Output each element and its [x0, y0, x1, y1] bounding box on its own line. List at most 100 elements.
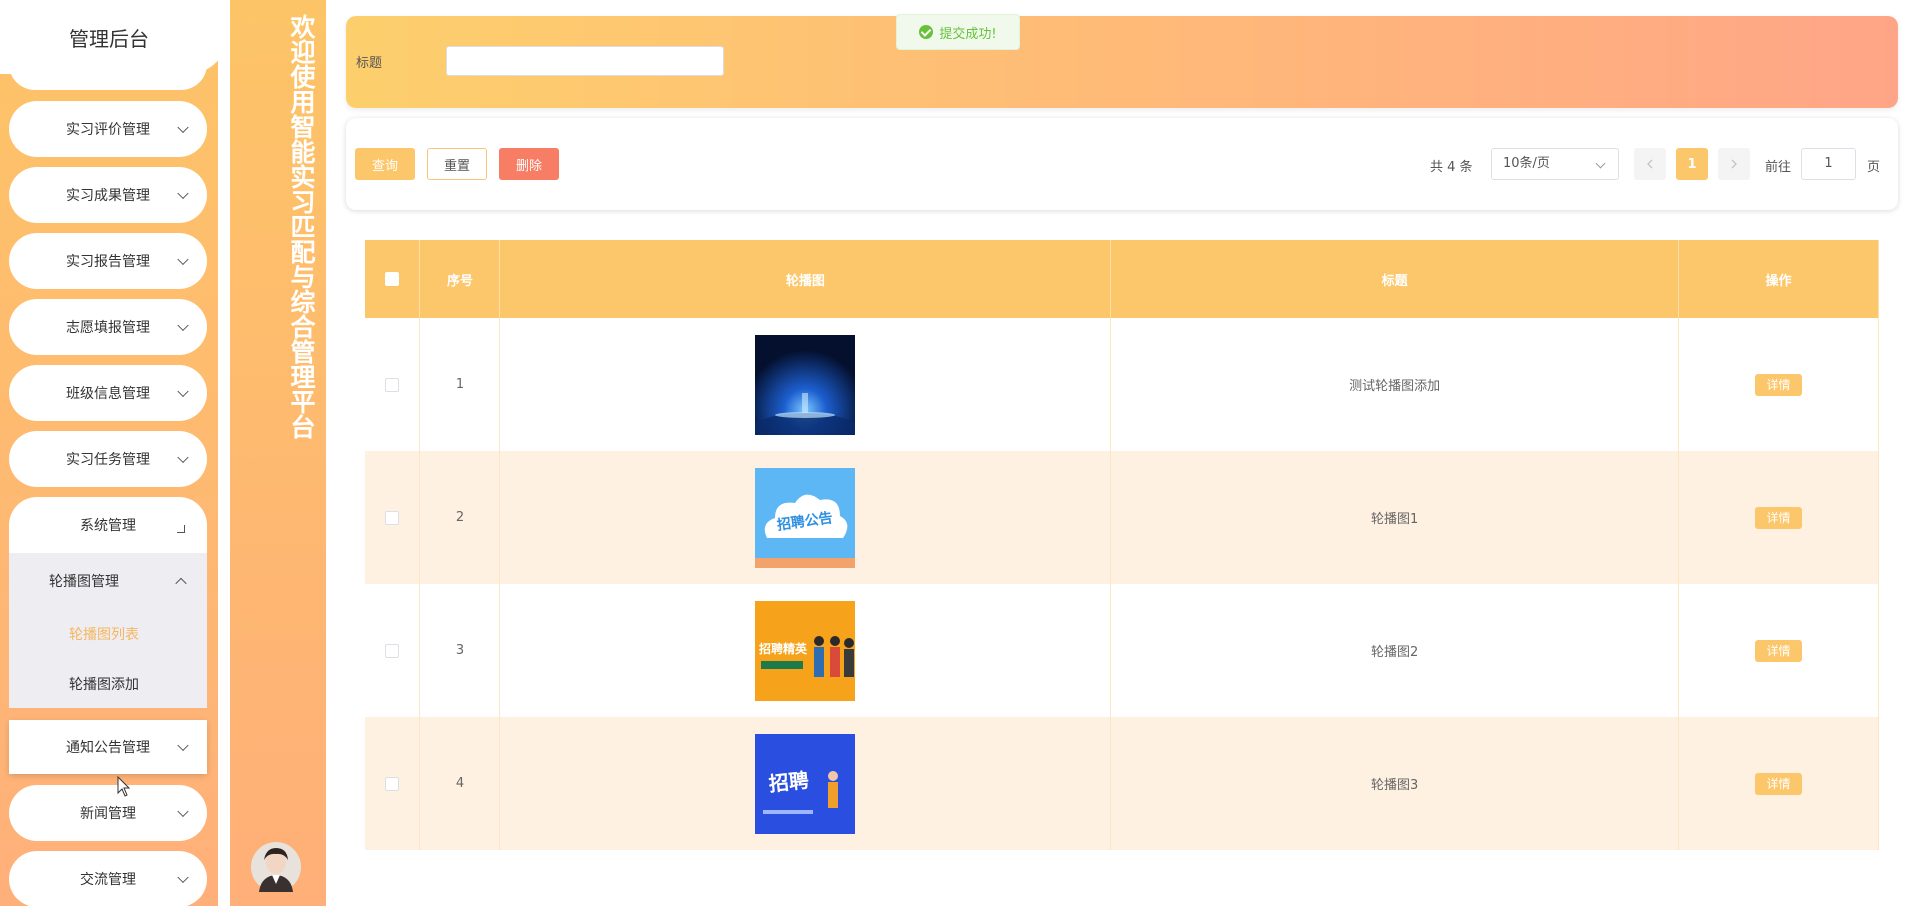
row-image-cell: 招聘精英	[499, 584, 1112, 717]
sidebar-item-label: 交流管理	[80, 872, 136, 888]
check-circle-icon	[919, 25, 934, 39]
avatar[interactable]	[251, 842, 301, 892]
chevron-down-icon	[177, 253, 189, 266]
row-image-cell: 招聘	[499, 717, 1112, 850]
detail-button[interactable]: 详情	[1755, 639, 1803, 662]
row-title: 轮播图2	[1110, 584, 1680, 717]
app-title: 管理后台	[0, 0, 218, 74]
page-size-select[interactable]: 10条/页	[1491, 148, 1619, 180]
row-select-cell	[365, 717, 421, 850]
row-checkbox[interactable]	[385, 377, 400, 392]
action-bar: 查询 重置 删除 共 4 条 10条/页 1 前往 1 页	[346, 118, 1898, 210]
sidebar-item-label: 轮播图管理	[49, 574, 119, 590]
sidebar-item-label: 系统管理	[80, 518, 136, 534]
column-header-title: 标题	[1110, 240, 1680, 318]
table-header-row: 序号 轮播图 标题 操作	[365, 240, 1879, 318]
sidebar: 管理后台 实习评价管理 实习成果管理 实习报告管理 志愿填报管理 班级信息管理 …	[0, 0, 218, 906]
chevron-down-icon	[177, 319, 189, 332]
select-all-checkbox[interactable]	[385, 272, 400, 286]
chevron-down-icon	[177, 121, 189, 134]
welcome-banner: 欢迎使用智能实习匹配与综合管理平台	[230, 0, 326, 906]
row-checkbox[interactable]	[385, 510, 400, 525]
chevron-up-icon	[175, 577, 187, 590]
row-index: 2	[419, 451, 501, 584]
column-header-image: 轮播图	[499, 240, 1112, 318]
chevron-down-icon	[177, 451, 189, 464]
row-checkbox[interactable]	[385, 776, 400, 791]
chevron-down-icon	[177, 739, 189, 752]
row-select-cell	[365, 318, 421, 451]
sidebar-item-carousel-list[interactable]: 轮播图列表	[9, 609, 207, 659]
sidebar-item-tasks[interactable]: 实习任务管理	[9, 431, 207, 487]
goto-page-input[interactable]: 1	[1801, 148, 1856, 180]
recruit-blue-image[interactable]: 招聘	[755, 733, 856, 834]
chevron-down-icon	[177, 187, 189, 200]
row-title: 轮播图1	[1110, 451, 1680, 584]
detail-button[interactable]: 详情	[1755, 373, 1803, 396]
sidebar-group-system: 系统管理 轮播图管理 轮播图列表 轮播图添加	[9, 497, 207, 708]
page-suffix-label: 页	[1867, 160, 1881, 175]
sidebar-item-exchange[interactable]: 交流管理	[9, 851, 207, 906]
sidebar-item-classes[interactable]: 班级信息管理	[9, 365, 207, 421]
welcome-text: 欢迎使用智能实习匹配与综合管理平台	[287, 14, 316, 439]
sidebar-item-results[interactable]: 实习成果管理	[9, 167, 207, 223]
chevron-down-icon	[177, 385, 189, 398]
search-panel: 标题	[346, 16, 1898, 108]
row-action-cell: 详情	[1678, 451, 1879, 584]
sidebar-item-label: 实习评价管理	[66, 122, 150, 138]
row-title: 轮播图3	[1110, 717, 1680, 850]
sidebar-item-news[interactable]: 新闻管理	[9, 785, 207, 841]
tech-light-image[interactable]	[755, 334, 856, 435]
chevron-right-icon	[1731, 159, 1737, 169]
detail-button[interactable]: 详情	[1755, 772, 1803, 795]
row-image-cell	[499, 318, 1112, 451]
recruit-people-image[interactable]: 招聘精英	[755, 600, 856, 701]
sidebar-item-label: 实习成果管理	[66, 188, 150, 204]
sidebar-item-reports[interactable]: 实习报告管理	[9, 233, 207, 289]
row-select-cell	[365, 584, 421, 717]
chevron-up-icon	[177, 525, 185, 533]
query-button[interactable]: 查询	[355, 148, 415, 180]
sidebar-item-label: 实习报告管理	[66, 254, 150, 270]
success-toast: 提交成功!	[896, 14, 1020, 50]
image-caption: 招聘精英	[759, 641, 808, 656]
sidebar-item-evaluation[interactable]: 实习评价管理	[9, 101, 207, 157]
sidebar-item-label: 新闻管理	[80, 806, 136, 822]
sidebar-item-system[interactable]: 系统管理	[9, 497, 207, 553]
reset-button[interactable]: 重置	[427, 148, 487, 180]
select-all-header	[365, 240, 421, 318]
sidebar-item-carousel-add[interactable]: 轮播图添加	[9, 659, 207, 709]
detail-button[interactable]: 详情	[1755, 506, 1803, 529]
table-row: 1 测试轮播图添加 详情	[365, 318, 1879, 451]
row-image-cell: 招聘公告	[499, 451, 1112, 584]
row-checkbox[interactable]	[385, 643, 400, 658]
goto-label: 前往	[1765, 160, 1792, 175]
sidebar-item-label: 通知公告管理	[66, 740, 150, 756]
chevron-down-icon	[177, 871, 189, 884]
row-index: 3	[419, 584, 501, 717]
row-action-cell: 详情	[1678, 318, 1879, 451]
image-caption: 招聘	[768, 767, 810, 795]
column-header-index: 序号	[419, 240, 501, 318]
mouse-cursor-icon	[117, 776, 131, 797]
sidebar-item-notices[interactable]: 通知公告管理	[9, 720, 207, 774]
sidebar-item-label: 班级信息管理	[66, 386, 150, 402]
row-index: 4	[419, 717, 501, 850]
pagination-total: 共 4 条	[1430, 160, 1473, 175]
next-page-button[interactable]	[1718, 148, 1750, 180]
sidebar-item-label: 实习任务管理	[66, 452, 150, 468]
prev-page-button[interactable]	[1634, 148, 1666, 180]
title-search-input[interactable]	[446, 46, 724, 76]
chevron-down-icon	[1595, 158, 1606, 169]
column-header-action: 操作	[1678, 240, 1879, 318]
delete-button[interactable]: 删除	[499, 148, 559, 180]
row-action-cell: 详情	[1678, 584, 1879, 717]
notice-cloud-image[interactable]: 招聘公告	[755, 467, 856, 568]
table-row: 2 招聘公告 轮播图1 详情	[365, 451, 1879, 584]
page-number-button[interactable]: 1	[1676, 148, 1708, 180]
carousel-table: 序号 轮播图 标题 操作 1 测试轮播图添加 详情 2 招聘公告 轮播图1 详情…	[365, 240, 1879, 850]
row-select-cell	[365, 451, 421, 584]
sidebar-item-label: 志愿填报管理	[66, 320, 150, 336]
sidebar-item-carousel[interactable]: 轮播图管理	[9, 553, 207, 609]
sidebar-item-wishes[interactable]: 志愿填报管理	[9, 299, 207, 355]
